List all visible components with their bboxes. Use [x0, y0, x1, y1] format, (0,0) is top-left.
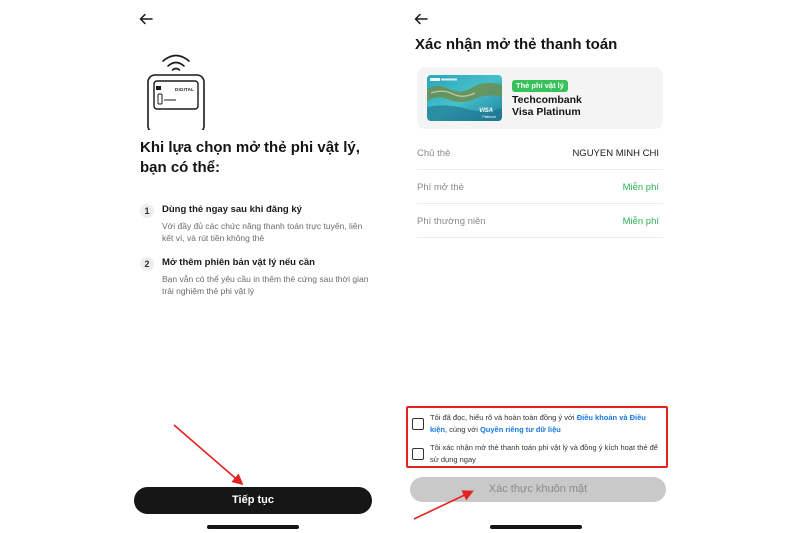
info-value: Miễn phí	[622, 182, 659, 193]
step-number-badge: 2	[140, 257, 154, 271]
right-screen: Xác nhận mở thẻ thanh toán VISA Platinum…	[405, 0, 675, 533]
info-value: Miễn phí	[622, 216, 659, 227]
card-tier-label: Platinum	[482, 115, 496, 119]
info-label: Chủ thẻ	[417, 148, 451, 159]
back-arrow-icon[interactable]	[413, 11, 429, 27]
card-summary: VISA Platinum Thẻ phi vật lý Techcombank…	[417, 67, 663, 129]
privacy-policy-link[interactable]: Quyền riêng tư dữ liệu	[480, 425, 561, 434]
card-image: VISA Platinum	[427, 75, 502, 121]
terms-text-prefix: Tôi đã đọc, hiểu rõ và hoàn toàn đồng ý …	[430, 413, 577, 422]
info-row-opening-fee: Phí mở thẻ Miễn phí	[417, 170, 663, 204]
left-screen: DIGITAL Khi lựa chọn mở thẻ phi vật lý, …	[128, 0, 390, 533]
info-label: Phí mở thẻ	[417, 182, 464, 193]
home-indicator	[207, 525, 299, 529]
step-title: Dùng thẻ ngay sau khi đăng ký	[162, 204, 302, 215]
terms-text-middle: , cùng với	[445, 425, 480, 434]
consent-section: Tôi đã đọc, hiểu rõ và hoàn toàn đồng ý …	[406, 406, 668, 468]
info-row-cardholder: Chủ thẻ NGUYEN MINH CHI	[417, 136, 663, 170]
page-title: Khi lựa chọn mở thẻ phi vật lý, bạn có t…	[140, 139, 360, 176]
card-type-badge: Thẻ phi vật lý	[512, 80, 568, 92]
step-number-badge: 1	[140, 204, 154, 218]
step-description: Với đầy đủ các chức năng thanh toán trực…	[162, 221, 363, 243]
back-arrow-icon[interactable]	[138, 11, 154, 27]
card-bank-name: Techcombank	[512, 94, 582, 106]
page-title: Xác nhận mở thẻ thanh toán	[415, 36, 618, 53]
info-label: Phí thường niên	[417, 216, 486, 227]
face-verification-button[interactable]: Xác thực khuôn mặt	[410, 477, 666, 502]
card-name: Techcombank Visa Platinum	[512, 94, 652, 118]
card-product-name: Visa Platinum	[512, 106, 581, 118]
terms-checkbox[interactable]	[412, 418, 424, 430]
continue-button[interactable]: Tiếp tục	[134, 487, 372, 514]
activation-consent-text: Tôi xác nhận mở thẻ thanh toán phi vật l…	[430, 443, 658, 464]
card-network-label: VISA	[478, 108, 493, 114]
annotation-overlay	[173, 424, 474, 520]
terms-consent-text: Tôi đã đọc, hiểu rõ và hoàn toàn đồng ý …	[430, 412, 662, 436]
info-row-annual-fee: Phí thường niên Miễn phí	[417, 204, 663, 238]
info-value: NGUYEN MINH CHI	[572, 148, 659, 159]
activation-checkbox[interactable]	[412, 448, 424, 460]
step-title: Mở thêm phiên bản vật lý nếu cần	[162, 257, 315, 268]
step-description: Bạn vẫn có thể yêu cầu in thêm thẻ cứng …	[162, 274, 369, 296]
home-indicator	[490, 525, 582, 529]
phone-card-label: DIGITAL	[175, 87, 195, 92]
